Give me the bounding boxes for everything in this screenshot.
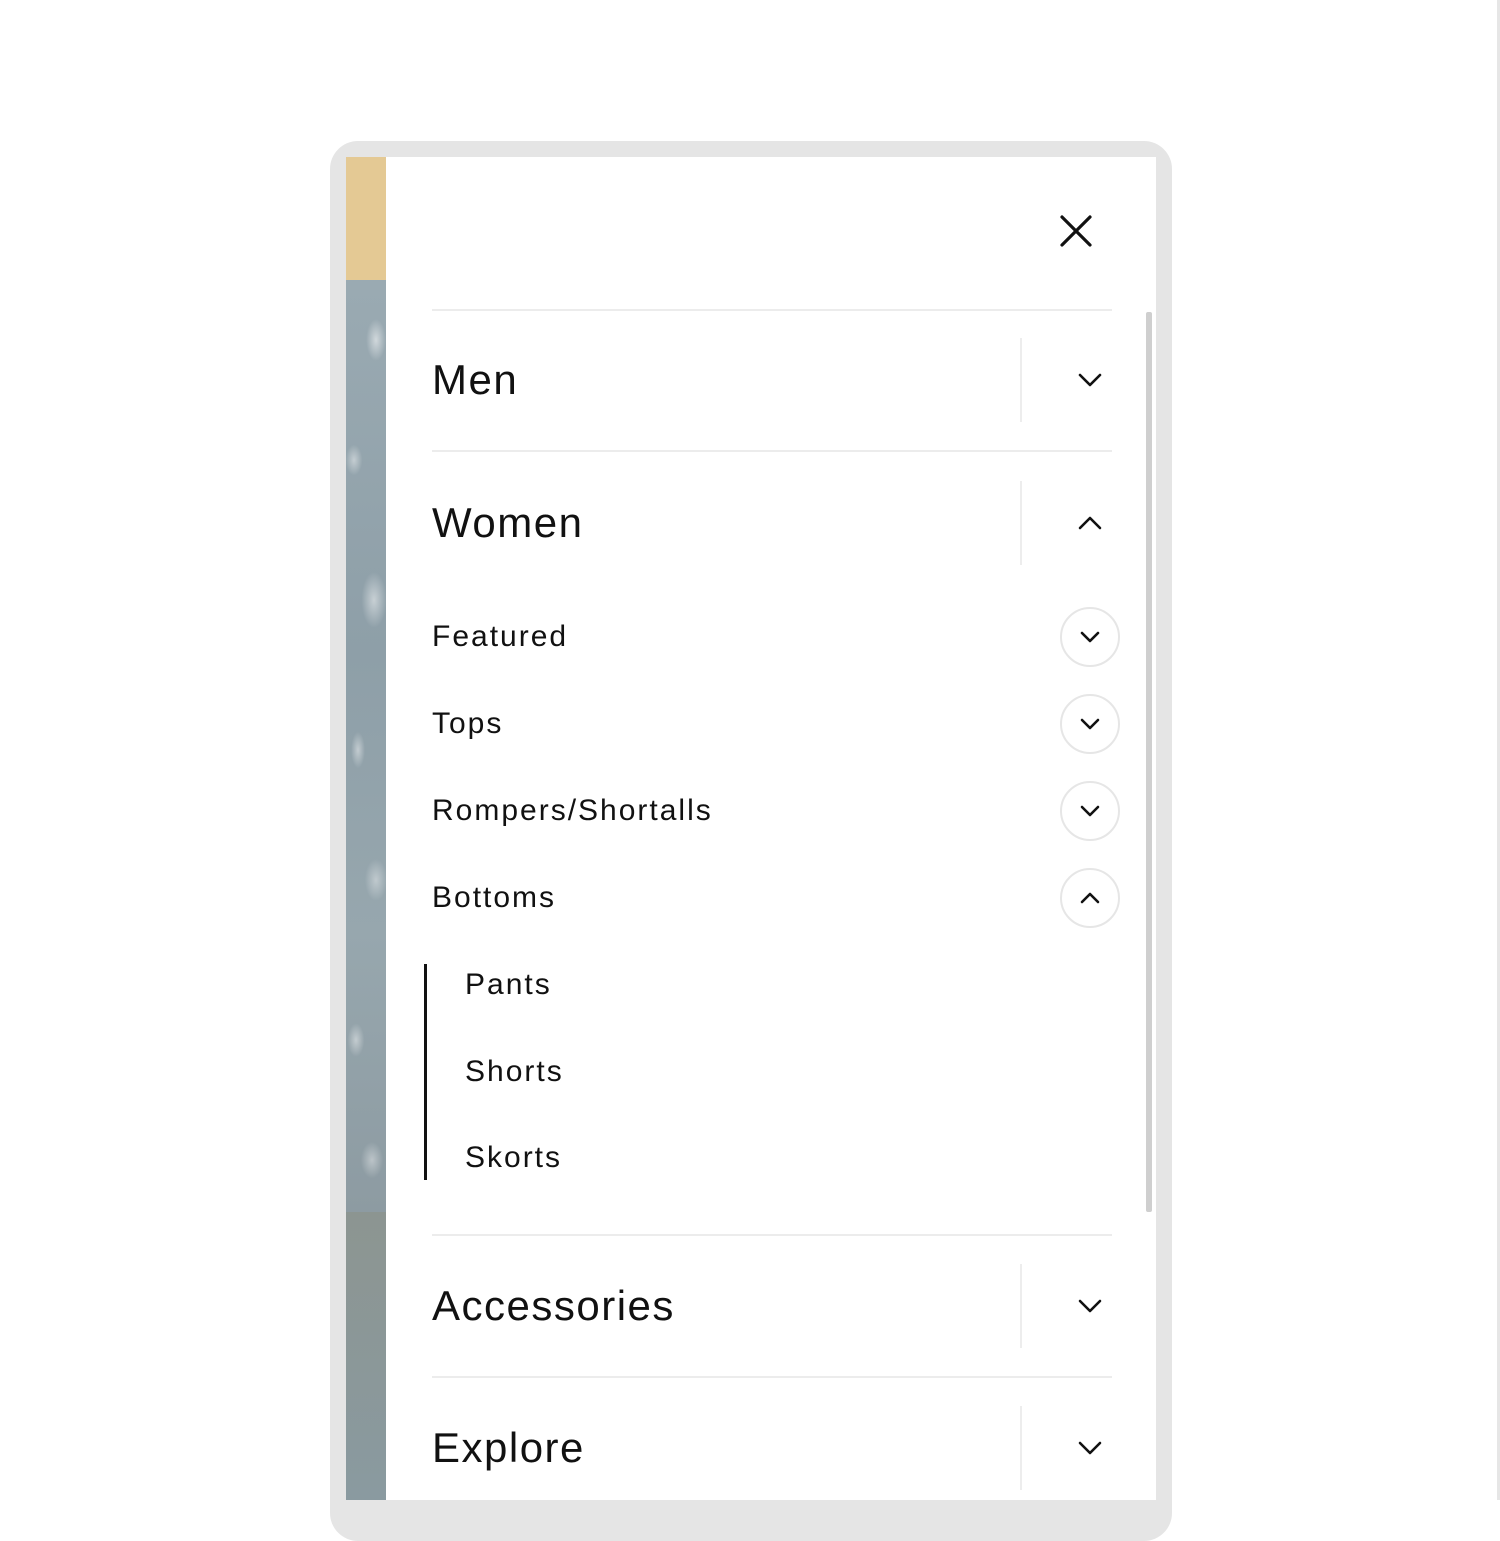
divider <box>432 450 1112 452</box>
subcategory-rompers-shortalls[interactable]: Rompers/Shortalls <box>432 776 1122 846</box>
expand-accessories-button[interactable] <box>1062 1278 1118 1334</box>
subcategory-label: Bottoms <box>432 881 557 914</box>
nested-indicator-line <box>424 964 427 1180</box>
category-explore[interactable]: Explore <box>432 1378 1112 1500</box>
collapse-women-button[interactable] <box>1062 495 1118 551</box>
category-men[interactable]: Men <box>432 310 1112 450</box>
subcategory-label: Rompers/Shortalls <box>432 794 713 827</box>
category-accessories[interactable]: Accessories <box>432 1236 1112 1376</box>
expand-men-button[interactable] <box>1062 352 1118 408</box>
collapse-bottoms-button[interactable] <box>1060 868 1120 928</box>
subcategory-featured[interactable]: Featured <box>432 602 1122 672</box>
divider <box>1020 481 1022 565</box>
divider <box>1020 1406 1022 1490</box>
chevron-down-icon <box>1078 373 1102 387</box>
expand-rompers-shortalls-button[interactable] <box>1060 781 1120 841</box>
navigation-drawer: Men Women Featured Tops Rompers/Shortall… <box>386 157 1156 1500</box>
chevron-down-icon <box>1078 1299 1102 1313</box>
expand-featured-button[interactable] <box>1060 607 1120 667</box>
menu-item-label: Pants <box>465 968 552 1001</box>
divider <box>1020 338 1022 422</box>
chevron-down-icon <box>1080 718 1100 730</box>
category-label: Accessories <box>432 1282 675 1329</box>
menu-item-label: Shorts <box>465 1055 564 1088</box>
menu-item-label: Skorts <box>465 1141 563 1174</box>
chevron-up-icon <box>1080 892 1100 904</box>
category-women[interactable]: Women <box>432 453 1112 593</box>
close-button[interactable] <box>1050 205 1102 257</box>
expand-tops-button[interactable] <box>1060 694 1120 754</box>
category-label: Explore <box>432 1424 585 1471</box>
expand-explore-button[interactable] <box>1062 1420 1118 1476</box>
chevron-down-icon <box>1078 1441 1102 1455</box>
background-page-strip <box>346 157 386 1500</box>
subcategory-label: Featured <box>432 620 569 653</box>
subcategory-bottoms[interactable]: Bottoms <box>432 863 1122 933</box>
divider <box>1020 1264 1022 1348</box>
mobile-screen: Men Women Featured Tops Rompers/Shortall… <box>346 157 1156 1500</box>
chevron-up-icon <box>1078 516 1102 530</box>
menu-item-shorts[interactable]: Shorts <box>465 1037 1065 1107</box>
close-icon <box>1060 215 1092 247</box>
menu-item-pants[interactable]: Pants <box>465 950 1065 1020</box>
chevron-down-icon <box>1080 805 1100 817</box>
subcategory-tops[interactable]: Tops <box>432 689 1122 759</box>
menu-item-skorts[interactable]: Skorts <box>465 1123 1065 1193</box>
chevron-down-icon <box>1080 631 1100 643</box>
scrollbar[interactable] <box>1146 312 1152 1212</box>
subcategory-label: Tops <box>432 707 504 740</box>
category-label: Women <box>432 499 584 546</box>
background-image <box>346 280 386 1212</box>
category-label: Men <box>432 356 519 403</box>
background-image-lower <box>346 1212 386 1500</box>
background-banner <box>346 157 386 280</box>
